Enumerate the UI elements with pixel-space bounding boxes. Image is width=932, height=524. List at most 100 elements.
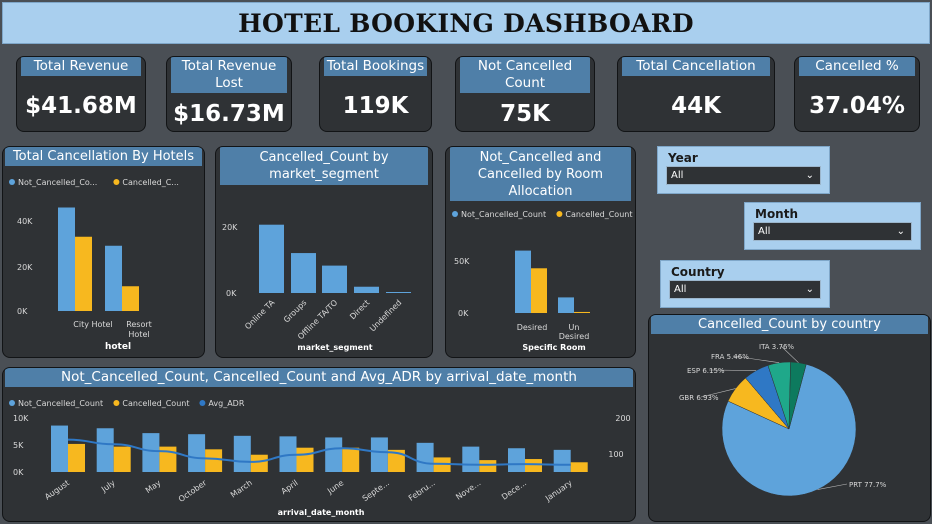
y2-tick-label: 100	[608, 450, 623, 459]
chevron-down-icon[interactable]: ⌄	[806, 167, 814, 184]
kpi-total-revenue: Total Revenue $41.68M	[16, 56, 146, 132]
month-dropdown[interactable]: All ⌄	[753, 222, 912, 241]
hotels-bar-chart: Not_Cancelled_Co... Cancelled_C... 0K 20K 40…	[9, 178, 179, 352]
bar	[515, 250, 531, 313]
legend-label: Not_Cancelled_Count	[18, 399, 103, 408]
legend-marker	[199, 400, 206, 406]
legend-label: Cancelled_Count	[565, 210, 632, 219]
slicer-label: Country	[671, 265, 725, 279]
kpi-value: 44K	[671, 93, 721, 119]
bar	[416, 442, 434, 472]
kpi-cancelled-percent: Cancelled % 37.04%	[794, 56, 920, 132]
x-axis-label: Specific Room	[522, 343, 585, 352]
year-dropdown[interactable]: All ⌄	[666, 166, 821, 185]
legend-marker	[9, 400, 15, 406]
x-axis-label: market_segment	[297, 343, 372, 352]
slicer-label: Year	[668, 151, 698, 165]
slice-label: GBR 6.93%	[679, 394, 719, 402]
year-slicer[interactable]: Year All ⌄	[657, 146, 830, 194]
bar	[570, 462, 588, 472]
month-slicer[interactable]: Month All ⌄	[744, 202, 921, 250]
bar	[291, 253, 316, 293]
bar	[479, 460, 497, 472]
chevron-down-icon[interactable]: ⌄	[897, 223, 905, 240]
bar	[233, 435, 251, 472]
slice-label: PRT 77.7%	[849, 481, 887, 489]
segment-bar-chart: 0K20KOnline TA GroupsOffline TA/TO DirectU…	[222, 223, 411, 352]
chart-cancelled-by-market-segment: Cancelled_Count by market_segment 0K 20K O…	[215, 146, 433, 358]
x-tick-label: Septe...	[361, 478, 391, 503]
chevron-down-icon[interactable]: ⌄	[806, 281, 814, 298]
dropdown-value: All	[671, 170, 684, 181]
x-axis-label: arrival_date_month	[278, 508, 365, 517]
y2-tick-label: 200	[615, 414, 630, 423]
kpi-not-cancelled-count: Not Cancelled Count 75K	[455, 56, 595, 132]
room-bar-chart: Not_Cancelled_Count Cancelled_Count 0K 50K D…	[452, 210, 632, 352]
bar	[386, 292, 411, 293]
legend-label: Cancelled_C...	[122, 178, 179, 187]
legend-marker	[556, 211, 563, 217]
bar	[370, 437, 388, 472]
kpi-value: $41.68M	[25, 93, 137, 119]
monthly-combo-chart: Not_Cancelled_Count Cancelled_Count Avg_AD…	[9, 399, 631, 517]
bar	[205, 449, 223, 472]
country-dropdown[interactable]: All ⌄	[669, 280, 821, 299]
bar	[508, 448, 525, 472]
kpi-total-bookings: Total Bookings 119K	[319, 56, 432, 132]
x-tick-label: City Hotel	[73, 320, 112, 329]
bar	[113, 446, 131, 472]
x-tick-label: Direct	[348, 298, 371, 321]
bar	[531, 268, 547, 313]
legend-marker	[113, 400, 120, 406]
bar	[142, 433, 160, 472]
x-tick-label: Febru...	[407, 478, 437, 503]
x-tick-label: March	[229, 478, 254, 499]
kpi-label: Total Bookings	[324, 57, 427, 76]
kpi-label: Total Revenue Lost	[171, 57, 287, 93]
x-tick-label: Undefined	[368, 298, 403, 333]
bar	[553, 449, 571, 472]
x-tick-label: May	[144, 478, 163, 495]
x-axis-label: hotel	[105, 342, 131, 352]
dashboard-title: HOTEL BOOKING DASHBOARD	[238, 8, 694, 38]
legend-marker	[452, 211, 458, 217]
bar	[96, 428, 114, 472]
y-tick-label: 10K	[13, 414, 29, 423]
x-tick-label: Un	[569, 323, 580, 332]
bar	[250, 454, 268, 472]
slice-label: FRA 5.46%	[711, 353, 749, 361]
y-tick-label: 0K	[13, 468, 24, 477]
bar	[462, 446, 480, 472]
x-tick-label: July	[99, 478, 117, 494]
country-slicer[interactable]: Country All ⌄	[660, 260, 830, 308]
x-tick-label: Online TA	[243, 298, 277, 332]
kpi-value: 119K	[342, 93, 409, 119]
y-tick-label: 0K	[458, 309, 469, 318]
bar	[574, 311, 590, 313]
legend-label: Not_Cancelled_Count	[461, 210, 546, 219]
kpi-value: 37.04%	[809, 93, 905, 119]
x-tick-label: Dece...	[500, 478, 528, 501]
dropdown-value: All	[674, 284, 687, 295]
chart-cancellation-by-hotels: Total Cancellation By Hotels Not_Cancell…	[2, 146, 205, 358]
dashboard-title-bar: HOTEL BOOKING DASHBOARD	[2, 2, 930, 44]
bar	[105, 245, 122, 311]
slicer-label: Month	[755, 207, 799, 221]
kpi-total-cancellation: Total Cancellation 44K	[617, 56, 775, 132]
chart-cancelled-by-country: Cancelled_Count by country PRT 77.7% GBR …	[648, 314, 931, 522]
chart-room-allocation: Not_Cancelled and Cancelled by Room Allo…	[445, 146, 636, 358]
x-tick-label: January	[543, 478, 574, 503]
kpi-label: Total Cancellation	[622, 57, 770, 76]
y-tick-label: 40K	[17, 217, 33, 226]
kpi-value: $16.73M	[173, 101, 285, 127]
x-tick-label: June	[325, 478, 345, 496]
chart-monthly-combo: Not_Cancelled_Count, Cancelled_Count and…	[2, 367, 636, 522]
slice-label: ESP 6.15%	[687, 367, 725, 375]
y-tick-label: 5K	[13, 441, 24, 450]
dropdown-value: All	[758, 226, 771, 237]
kpi-total-revenue-lost: Total Revenue Lost $16.73M	[166, 56, 292, 132]
x-tick-label: Resort	[126, 320, 152, 329]
bar	[325, 437, 343, 472]
x-tick-label: Hotel	[128, 330, 149, 339]
kpi-label: Cancelled %	[799, 57, 915, 76]
